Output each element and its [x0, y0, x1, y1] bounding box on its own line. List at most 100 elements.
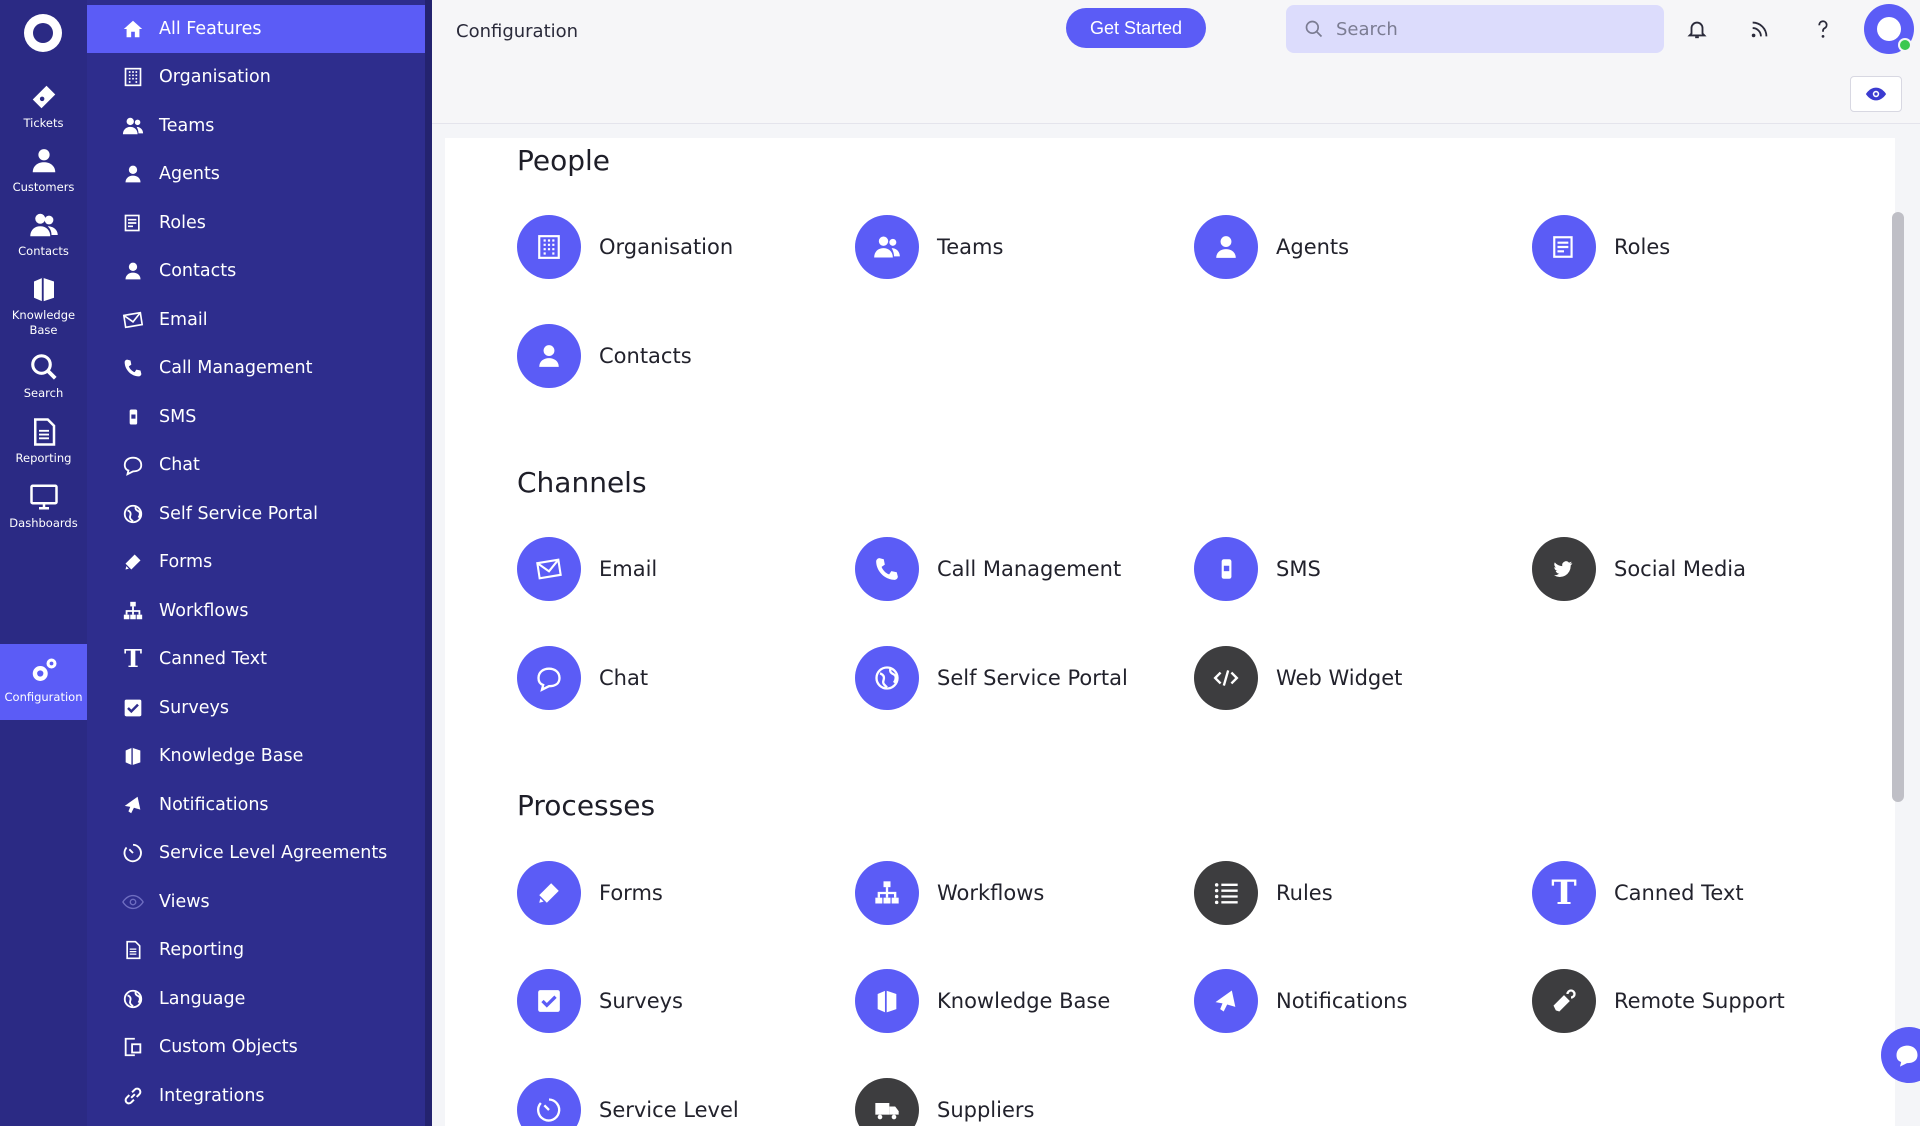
tile-self-service-portal[interactable]: Self Service Portal [855, 643, 1185, 713]
chat-icon [1896, 1045, 1918, 1067]
rail-item-dashboards[interactable]: Dashboards [0, 470, 87, 546]
checkbox-icon [517, 969, 581, 1033]
tile-roles[interactable]: Roles [1532, 212, 1862, 282]
sidebar-item-label: Email [159, 310, 208, 330]
rail-item-configuration[interactable]: Configuration [0, 644, 87, 720]
tile-label: Contacts [599, 344, 692, 368]
sidebar-item-self-service-portal[interactable]: Self Service Portal [87, 490, 432, 538]
book-icon [121, 744, 145, 768]
sidebar-item-workflows[interactable]: Workflows [87, 587, 432, 635]
rail-item-label: Customers [12, 180, 75, 194]
preview-button[interactable] [1850, 76, 1902, 112]
tile-label: Workflows [937, 881, 1045, 905]
sidebar-item-contacts[interactable]: Contacts [87, 247, 432, 295]
app-logo[interactable] [24, 14, 62, 52]
sidebar-item-label: Contacts [159, 261, 237, 281]
feed-icon[interactable] [1745, 14, 1775, 44]
tile-service-level[interactable]: Service Level [517, 1075, 847, 1126]
chat-icon [121, 453, 145, 477]
eye-icon [121, 890, 145, 914]
team-icon [855, 215, 919, 279]
sidebar-item-chat[interactable]: Chat [87, 441, 432, 489]
sidebar-item-label: Call Management [159, 358, 313, 378]
tile-label: Notifications [1276, 989, 1408, 1013]
get-started-button[interactable]: Get Started [1066, 8, 1206, 48]
help-icon[interactable] [1808, 14, 1838, 44]
tile-organisation[interactable]: Organisation [517, 212, 847, 282]
tile-rules[interactable]: Rules [1194, 858, 1524, 928]
sidebar-item-forms[interactable]: Forms [87, 538, 432, 586]
sidebar-item-reporting[interactable]: Reporting [87, 926, 432, 974]
tile-knowledge-base[interactable]: Knowledge Base [855, 966, 1185, 1036]
tile-surveys[interactable]: Surveys [517, 966, 847, 1036]
tile-label: SMS [1276, 557, 1321, 581]
globe-icon [121, 502, 145, 526]
tile-social-media[interactable]: Social Media [1532, 534, 1862, 604]
building-icon [517, 215, 581, 279]
sidebar-item-integrations[interactable]: Integrations [87, 1072, 432, 1120]
sidebar-item-call-management[interactable]: Call Management [87, 344, 432, 392]
tile-teams[interactable]: Teams [855, 212, 1185, 282]
roles-icon [121, 211, 145, 235]
sidebar-item-label: Reporting [159, 940, 245, 960]
sidebar-item-notifications[interactable]: Notifications [87, 781, 432, 829]
sidebar-item-sms[interactable]: SMS [87, 393, 432, 441]
rail-item-knowledge-base[interactable]: Knowledge Base [0, 262, 87, 352]
contact-icon [121, 259, 145, 283]
top-header: Configuration Get Started [432, 0, 1920, 62]
link-icon [121, 1084, 145, 1108]
tile-label: Roles [1614, 235, 1671, 259]
workflow-icon [855, 861, 919, 925]
sidebar-item-surveys[interactable]: Surveys [87, 684, 432, 732]
sidebar-item-knowledge-base[interactable]: Knowledge Base [87, 732, 432, 780]
sidebar-item-service-level-agreements[interactable]: Service Level Agreements [87, 829, 432, 877]
sidebar-item-label: Agents [159, 164, 220, 184]
sidebar-item-agents[interactable]: Agents [87, 150, 432, 198]
mobile-icon [121, 405, 145, 429]
bell-icon[interactable] [1682, 14, 1712, 44]
content-scrollbar[interactable] [1892, 212, 1904, 802]
tile-label: Service Level [599, 1098, 739, 1122]
tile-label: Organisation [599, 235, 734, 259]
tile-contacts[interactable]: Contacts [517, 321, 847, 391]
sidebar-item-views[interactable]: Views [87, 878, 432, 926]
section-title-people: People [517, 144, 611, 177]
phone-icon [121, 356, 145, 380]
tile-suppliers[interactable]: Suppliers [855, 1075, 1185, 1126]
tile-agents[interactable]: Agents [1194, 212, 1524, 282]
tile-label: Web Widget [1276, 666, 1403, 690]
tile-web-widget[interactable]: Web Widget [1194, 643, 1524, 713]
remote-icon [1532, 969, 1596, 1033]
rail-item-label: Dashboards [9, 516, 78, 530]
search-input[interactable] [1336, 18, 1636, 40]
sidebar-item-all-features[interactable]: All Features [87, 5, 432, 53]
sidebar-item-email[interactable]: Email [87, 296, 432, 344]
tile-call-management[interactable]: Call Management [855, 534, 1185, 604]
globe-icon [855, 646, 919, 710]
email-icon [121, 308, 145, 332]
sidebar-item-custom-objects[interactable]: Custom Objects [87, 1023, 432, 1071]
book-icon [855, 969, 919, 1033]
tile-chat[interactable]: Chat [517, 643, 847, 713]
agent-icon [121, 162, 145, 186]
sidebar-item-roles[interactable]: Roles [87, 199, 432, 247]
sidebar-item-language[interactable]: Language [87, 975, 432, 1023]
agent-icon [1194, 215, 1258, 279]
tile-remote-support[interactable]: Remote Support [1532, 966, 1862, 1036]
tile-email[interactable]: Email [517, 534, 847, 604]
megaphone-icon [121, 793, 145, 817]
sidebar-item-label: SMS [159, 407, 197, 427]
sidebar-item-teams[interactable]: Teams [87, 102, 432, 150]
tile-forms[interactable]: Forms [517, 858, 847, 928]
tile-canned-text[interactable]: T Canned Text [1532, 858, 1862, 928]
search-box[interactable] [1286, 5, 1664, 53]
sidebar-item-canned-text[interactable]: T Canned Text [87, 635, 432, 683]
tile-notifications[interactable]: Notifications [1194, 966, 1524, 1036]
sidebar-item-organisation[interactable]: Organisation [87, 53, 432, 101]
tile-label: Email [599, 557, 658, 581]
tile-workflows[interactable]: Workflows [855, 858, 1185, 928]
sidebar-scrollbar[interactable] [425, 0, 432, 1126]
sidebar-item-label: Notifications [159, 795, 269, 815]
twitter-icon [1532, 537, 1596, 601]
tile-sms[interactable]: SMS [1194, 534, 1524, 604]
